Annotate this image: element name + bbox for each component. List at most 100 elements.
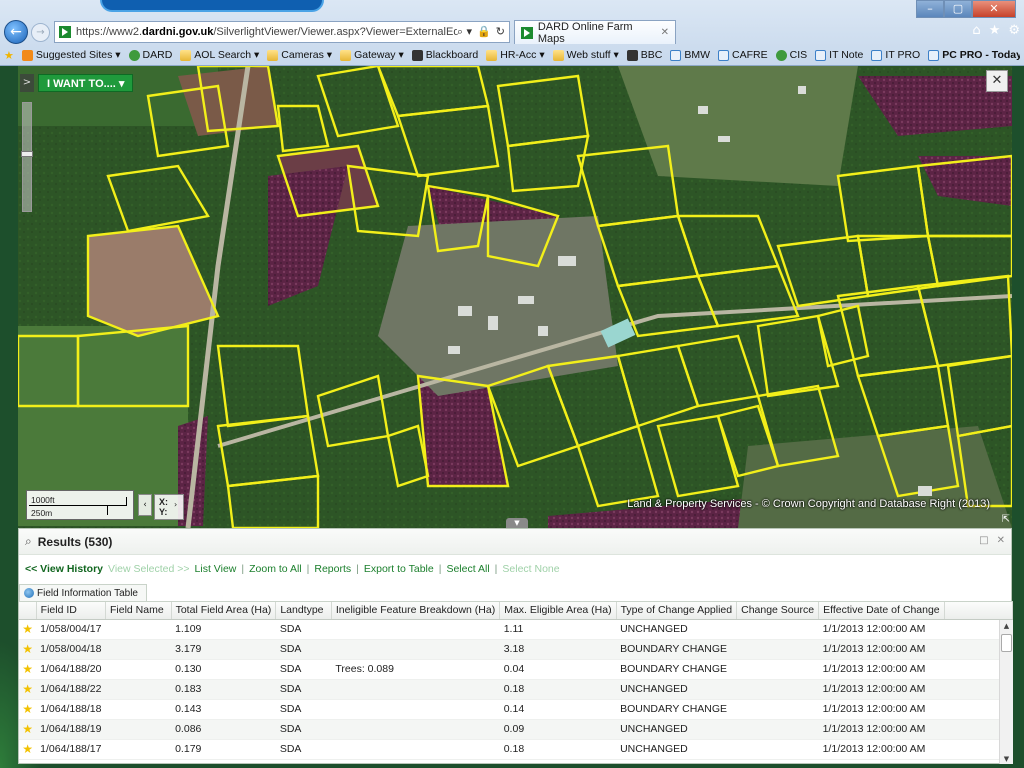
maximize-button[interactable]: ▢ [944,0,972,18]
table-cell [331,619,500,640]
table-row[interactable]: ★ 1/064/188/22 0.183 SDA 0.18 UNCHANGED 1/1/20… [19,679,1013,700]
table-row[interactable]: ★ 1/064/188/19 0.086 SDA 0.09 UNCHANGED 1/1/20… [19,719,1013,740]
favorite-star-icon[interactable]: ★ [19,619,37,640]
search-dropdown-icon[interactable]: ⌕ ▾ [457,25,472,39]
table-cell: 0.183 [171,679,276,700]
column-header[interactable]: Ineligible Feature Breakdown (Ha) [331,602,501,620]
scroll-up-icon[interactable]: ▲ [1000,620,1013,632]
browser-tab-active[interactable]: DARD Online Farm Maps ✕ [514,20,676,45]
close-panel-icon[interactable]: ✕ [997,535,1005,546]
favorite-star-icon[interactable]: ★ [19,699,37,720]
favorite-link[interactable]: Blackboard [411,49,478,61]
favorite-link[interactable]: DARD [128,49,173,61]
separator: | [356,563,359,575]
column-header[interactable]: Change Source [736,602,820,620]
table-row[interactable]: ★ 1/064/188/20 0.130 SDA Trees: 0.089 0.04 BOU… [19,659,1013,680]
column-header[interactable]: Field ID [36,602,106,620]
favorite-link[interactable]: Cameras ▾ [267,49,332,61]
favorite-star-icon[interactable]: ★ [19,659,37,680]
map-viewer[interactable]: > I WANT TO.... ▾ ✕ 1000ft 250m ‹ X: Y: … [18,66,1012,528]
folder-icon [180,49,192,61]
table-cell: 0.18 [499,679,617,700]
select-none-link[interactable]: Select None [502,563,559,575]
table-cell [736,679,819,700]
column-header[interactable]: Total Field Area (Ha) [171,602,277,620]
favorite-link[interactable]: IT Note [815,49,863,61]
i-want-to-menu-button[interactable]: I WANT TO.... ▾ [38,74,134,92]
table-cell: 1.11 [499,619,617,640]
table-cell: UNCHANGED [616,679,737,700]
aerial-field-map[interactable] [18,66,1012,528]
close-window-button[interactable]: ✕ [972,0,1016,18]
export-to-table-link[interactable]: Export to Table [364,563,434,575]
favorites-star-icon[interactable]: ★ [989,23,1001,38]
results-collapse-icon[interactable]: ▼ [506,518,528,528]
favorite-link[interactable]: BMW [670,49,710,61]
favorite-link[interactable]: Suggested Sites ▾ [21,49,121,61]
coordinate-expand-icon[interactable]: › [174,500,177,509]
select-all-link[interactable]: Select All [446,563,489,575]
favorite-link[interactable]: CIS [775,49,807,61]
resize-corner-icon[interactable]: ⇱ [1002,514,1010,525]
reports-link[interactable]: Reports [314,563,351,575]
tab-close-icon[interactable]: ✕ [661,27,669,38]
forward-arrow-icon[interactable]: → [31,23,50,42]
view-selected-link[interactable]: View Selected >> [108,563,190,575]
wrench-icon[interactable]: ✕ [986,70,1008,92]
separator: | [494,563,498,575]
tab-field-information-table[interactable]: Field Information Table [19,584,147,601]
column-header[interactable]: Field Name [105,602,172,620]
table-row[interactable]: ★ 1/058/004/17 1.109 SDA 1.11 UNCHANGED 1/1/20… [19,619,1013,640]
table-cell [105,699,172,720]
favorite-star-icon[interactable]: ★ [19,639,37,660]
view-history-link[interactable]: << View History [25,563,103,575]
table-cell: 1/1/2013 12:00:00 AM [818,719,945,740]
favorite-star-icon[interactable]: ★ [19,739,37,760]
minimize-button[interactable]: – [916,0,944,18]
column-header[interactable]: Landtype [275,602,332,620]
side-panel-toggle[interactable]: > [20,74,34,92]
table-row[interactable]: ★ 1/064/188/18 0.143 SDA 0.14 BOUNDARY CHANGE… [19,699,1013,720]
bookmark-icon [670,49,682,61]
favorite-star-icon[interactable]: ★ [19,679,37,700]
table-cell: 1/064/188/19 [36,719,106,740]
tab-title: DARD Online Farm Maps [537,20,633,45]
home-icon[interactable]: ⌂ [972,23,980,38]
address-bar[interactable]: https://www2.dardni.gov.uk/SilverlightVi… [54,21,510,43]
favorite-link[interactable]: IT PRO [871,49,920,61]
favorite-label: DARD [142,49,173,61]
favorite-link[interactable]: CAFRE [718,49,768,61]
scroll-thumb[interactable] [1001,634,1012,652]
table-cell: UNCHANGED [616,619,737,640]
zoom-slider[interactable] [21,102,33,212]
vertical-scrollbar[interactable]: ▲ ▼ [999,620,1013,764]
maximize-panel-icon[interactable]: □ [979,535,988,546]
list-view-link[interactable]: List View [195,563,237,575]
zoom-slider-knob[interactable] [21,151,33,157]
table-row[interactable]: ★ 1/064/188/17 0.179 SDA 0.18 UNCHANGED 1/1/20… [19,739,1013,760]
favorite-link[interactable]: HR-Acc ▾ [486,49,545,61]
scale-collapse-icon[interactable]: ‹ [138,494,152,516]
zoom-to-all-link[interactable]: Zoom to All [249,563,302,575]
separator: | [438,563,442,575]
column-header[interactable]: Type of Change Applied [616,602,738,620]
favorites-add-icon[interactable]: ★ [4,49,14,62]
column-header[interactable]: Max. Eligible Area (Ha) [499,602,617,620]
favorite-star-icon[interactable]: ★ [19,719,37,740]
favorite-link[interactable]: Web stuff ▾ [552,49,619,61]
scroll-down-icon[interactable]: ▼ [1000,753,1013,764]
column-header[interactable]: Effective Date of Change [818,602,945,620]
lock-icon[interactable]: 🔒 [477,25,491,39]
favorite-link[interactable]: BBC [626,49,662,61]
favorite-link[interactable]: AOL Search ▾ [180,49,259,61]
results-title: Results (530) [37,534,113,549]
table-cell [331,739,500,760]
favorite-link[interactable]: Gateway ▾ [340,49,404,61]
back-arrow-icon[interactable]: ← [4,20,28,44]
url-text[interactable]: https://www2.dardni.gov.uk/SilverlightVi… [76,26,457,38]
url-path: /SilverlightViewer/Viewer.aspx?Viewer=Ex… [213,26,457,38]
favorite-link[interactable]: PC PRO - Today ▾ [928,49,1020,61]
table-row[interactable]: ★ 1/058/004/18 3.179 SDA 3.18 BOUNDARY CHANGE… [19,639,1013,660]
refresh-icon[interactable]: ↻ [496,25,505,39]
settings-gear-icon[interactable]: ⚙ [1008,23,1020,38]
